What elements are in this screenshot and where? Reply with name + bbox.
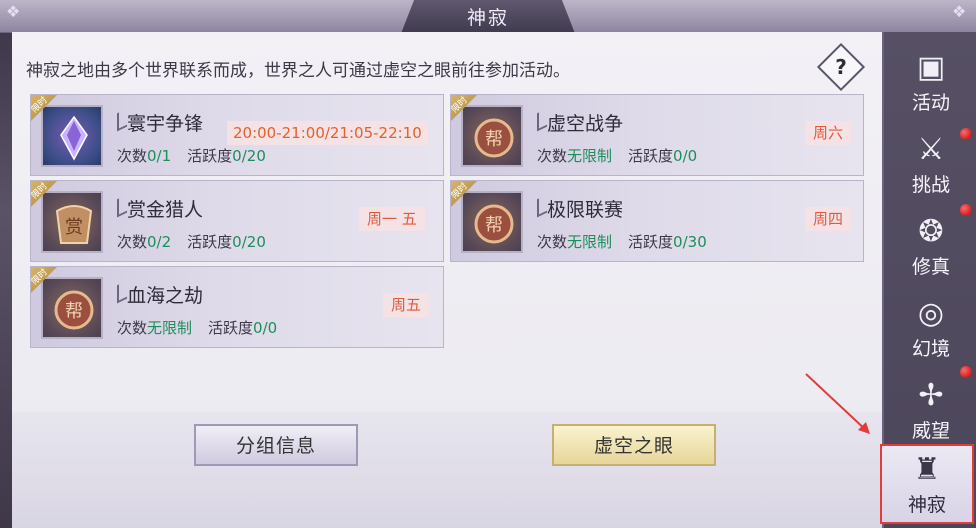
page-title: 神寂 [466,7,509,29]
notification-dot [960,204,972,216]
group-info-button[interactable]: 分组信息 [194,424,358,466]
name-bracket [117,194,127,218]
name-bracket [117,108,127,132]
svg-text:帮: 帮 [485,215,503,236]
activity-stats: 次数0/1 活跃度0/20 [117,147,266,165]
activity-card-xukong[interactable]: 帮 限时 虚空战争 周六 次数无限制 活跃度0/0 [450,94,864,176]
time-badge: 20:00-21:00/21:05-22:10 [227,121,428,145]
day-badge: 周六 [805,121,852,145]
ornament-right-icon: ❖ [952,2,967,21]
ornament-left-icon: ❖ [6,2,21,21]
name-bracket [537,108,547,132]
activity-card-jixian[interactable]: 帮 限时 极限联赛 周四 次数无限制 活跃度0/30 [450,180,864,262]
activity-name: 虚空战争 [547,113,624,135]
svg-text:赏: 赏 [65,217,83,238]
name-bracket [537,194,547,218]
sidebar-item-challenge[interactable]: ⚔ 挑战 [888,128,974,206]
activity-name: 极限联赛 [547,199,624,221]
activity-name: 赏金猎人 [127,199,204,221]
svg-text:帮: 帮 [65,301,83,322]
crystal-icon [41,105,103,167]
cultivation-icon: ❂ [918,214,944,249]
sidebar-item-cultivation[interactable]: ❂ 修真 [888,204,974,288]
bang-emblem-icon: 帮 [461,105,523,167]
panel-footer [12,412,882,528]
activity-card-bounty[interactable]: 赏 限时 赏金猎人 周一 五 次数0/2 活跃度0/20 [30,180,444,262]
day-badge: 周一 五 [359,207,425,231]
bounty-emblem-icon: 赏 [41,191,103,253]
activity-card-xuehai[interactable]: 帮 限时 血海之劫 周五 次数无限制 活跃度0/0 [30,266,444,348]
sidebar-item-shenji[interactable]: ♜ 神寂 [880,444,974,524]
sidebar-item-prestige[interactable]: ✢ 威望 [888,376,974,452]
activity-name: 寰宇争锋 [127,113,204,135]
prestige-icon: ✢ [918,378,944,413]
sidebar-item-activity[interactable]: ▣ 活动 [888,48,974,124]
activity-stats: 次数0/2 活跃度0/20 [117,233,266,251]
help-icon: ? [835,55,847,79]
activity-stats: 次数无限制 活跃度0/0 [117,319,278,337]
day-badge: 周五 [383,293,430,317]
illusion-icon: ◎ [917,296,945,331]
activity-stats: 次数无限制 活跃度0/0 [537,147,698,165]
shenji-icon: ♜ [913,452,941,487]
activity-card-huanyu[interactable]: 限时 寰宇争锋 20:00-21:00/21:05-22:10 次数0/1 活跃度… [30,94,444,176]
challenge-icon: ⚔ [917,132,945,167]
activity-stats: 次数无限制 活跃度0/30 [537,233,707,251]
void-eye-button[interactable]: 虚空之眼 [552,424,716,466]
sidebar-item-illusion[interactable]: ◎ 幻境 [888,294,974,378]
svg-text:帮: 帮 [485,129,503,150]
main-panel: 神寂之地由多个世界联系而成，世界之人可通过虚空之眼前往参加活动。 ? 限时 寰宇… [12,32,882,528]
help-button[interactable]: ? [816,42,866,92]
bang-emblem-icon: 帮 [41,277,103,339]
notification-dot [960,128,972,140]
description-text: 神寂之地由多个世界联系而成，世界之人可通过虚空之眼前往参加活动。 [26,61,570,81]
pointer-arrow-icon [805,373,870,434]
activity-icon: ▣ [916,50,946,85]
day-badge: 周四 [805,207,852,231]
bang-emblem-icon: 帮 [461,191,523,253]
sidebar-item-shenji-inner: ♜ 神寂 [907,452,946,516]
name-bracket [117,280,127,304]
activity-name: 血海之劫 [127,285,204,307]
